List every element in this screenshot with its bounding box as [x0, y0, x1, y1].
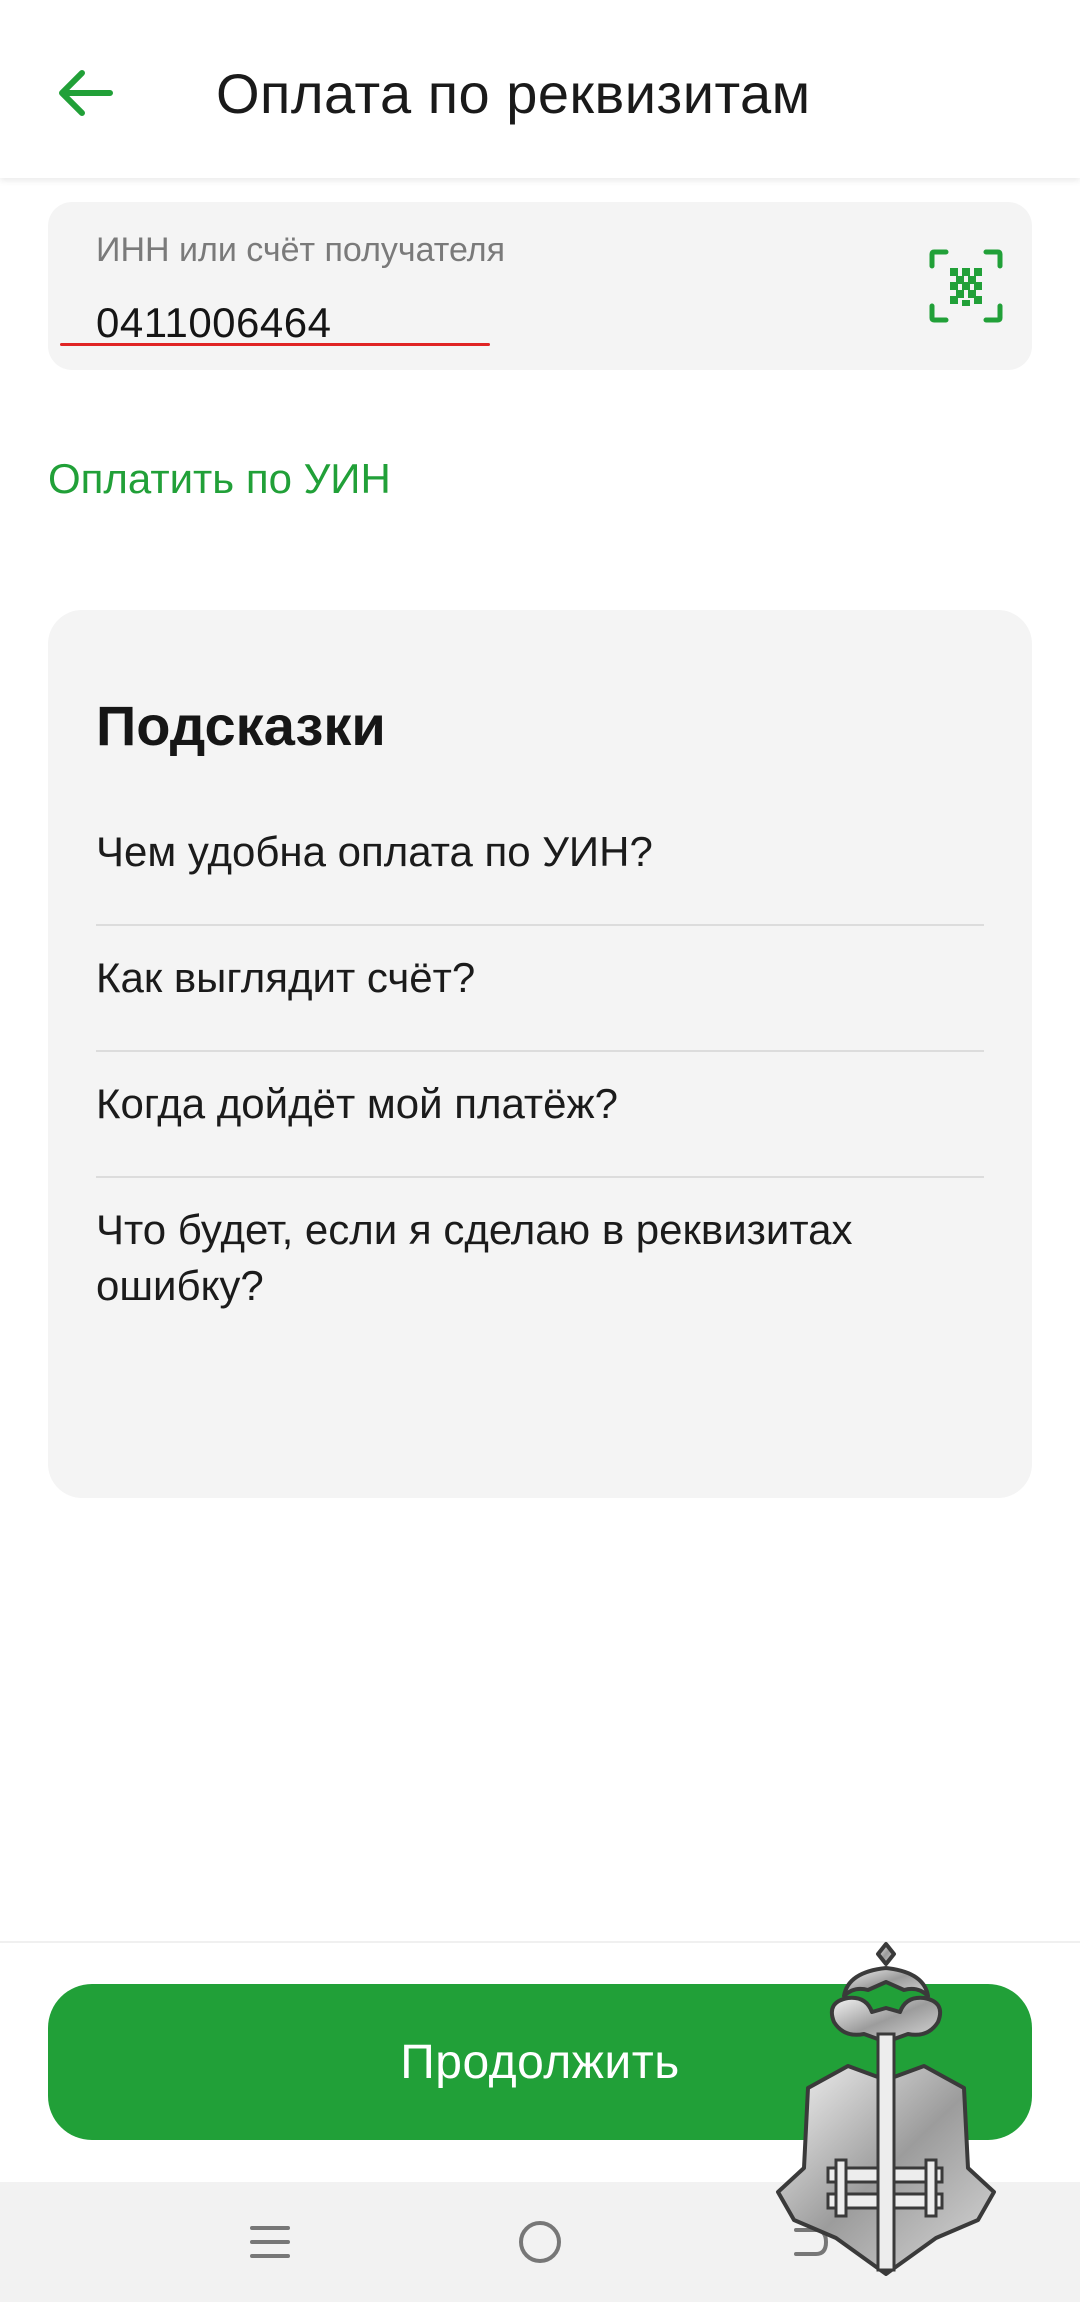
menu-icon — [250, 2226, 290, 2258]
field-error-underline — [60, 343, 490, 346]
back-button[interactable] — [48, 56, 122, 130]
app-bar: Оплата по реквизитам — [0, 0, 1080, 178]
pay-by-uin-link[interactable]: Оплатить по УИН — [48, 452, 391, 506]
hint-item-details-error[interactable]: Что будет, если я сделаю в реквизитах ош… — [96, 1178, 984, 1358]
hints-list: Чем удобна оплата по УИН? Как выглядит с… — [96, 800, 984, 1358]
qr-scan-icon — [929, 249, 1003, 323]
home-circle-icon — [519, 2221, 561, 2263]
key-emblem-watermark-icon — [776, 1942, 996, 2276]
page-title: Оплата по реквизитам — [216, 62, 811, 125]
arrow-left-icon — [59, 70, 113, 116]
recipient-inn-field[interactable]: ИНН или счёт получателя 0411006464 — [48, 202, 1032, 370]
hint-item-payment-arrival[interactable]: Когда дойдёт мой платёж? — [96, 1052, 984, 1178]
qr-scan-button[interactable] — [924, 244, 1008, 328]
recipient-field-value[interactable]: 0411006464 — [96, 296, 331, 350]
nav-home-button[interactable] — [500, 2202, 580, 2282]
key-emblem-watermark — [768, 1938, 1004, 2278]
hint-item-uin-benefits[interactable]: Чем удобна оплата по УИН? — [96, 800, 984, 926]
hints-card: Подсказки Чем удобна оплата по УИН? Как … — [48, 610, 1032, 1498]
nav-menu-button[interactable] — [230, 2202, 310, 2282]
recipient-field-label: ИНН или счёт получателя — [96, 231, 506, 269]
hint-item-invoice-look[interactable]: Как выглядит счёт? — [96, 926, 984, 1052]
hints-title: Подсказки — [96, 694, 386, 757]
